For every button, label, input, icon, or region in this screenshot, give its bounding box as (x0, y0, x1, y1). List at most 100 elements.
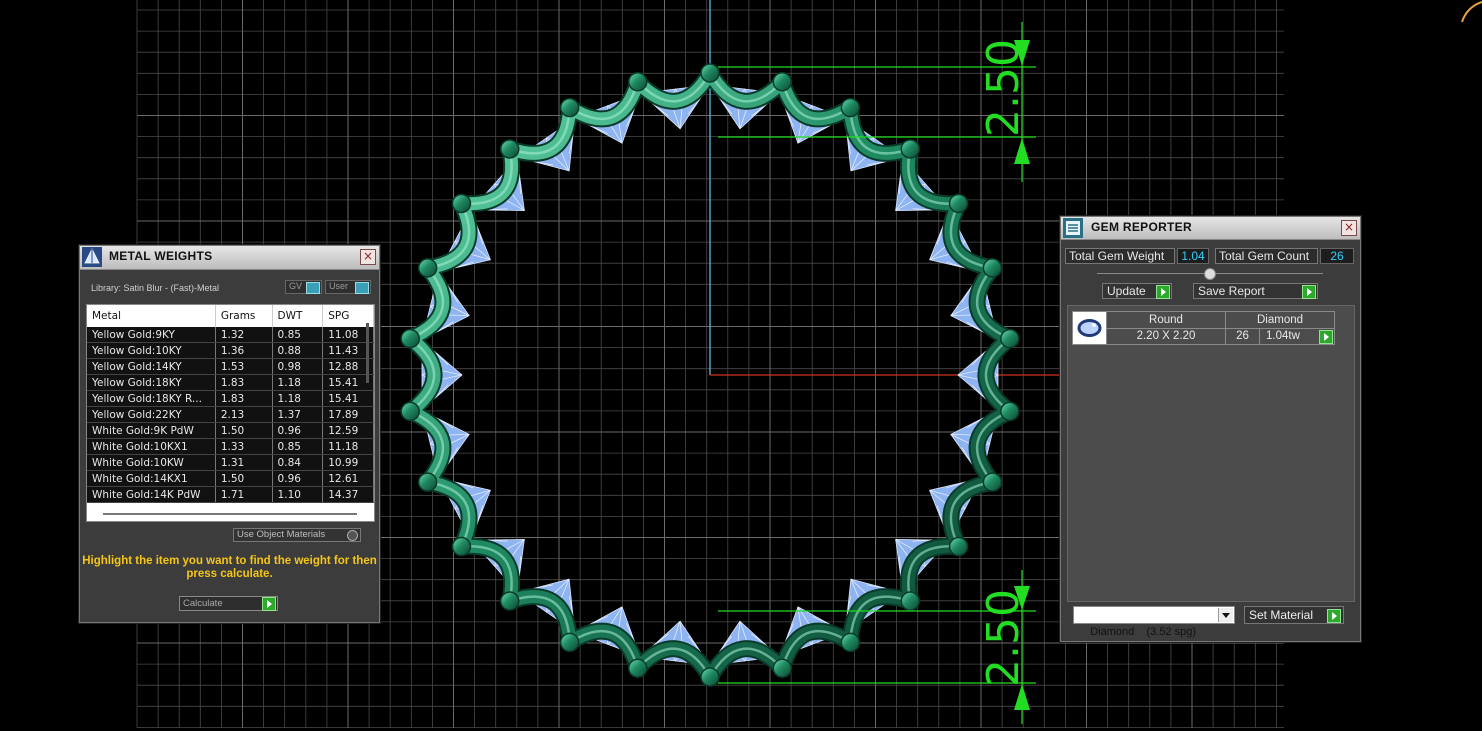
metal-weights-titlebar[interactable]: METAL WEIGHTS × (80, 246, 379, 270)
prong-tip (417, 258, 438, 278)
prong-tip (400, 328, 420, 349)
dwt-cell: 0.98 (272, 358, 324, 375)
dwt-cell: 1.18 (272, 390, 324, 407)
grams-cell: 1.33 (215, 438, 273, 455)
user-label: User (329, 281, 349, 291)
grams-cell: 1.31 (215, 454, 273, 471)
spg-cell: 12.61 (322, 470, 374, 487)
table-row[interactable]: White Gold:10KW 1.31 0.84 10.99 (87, 454, 374, 471)
dwt-cell: 0.85 (272, 327, 324, 343)
total-gem-count-value: 26 (1320, 248, 1354, 264)
prong-tip (840, 632, 861, 653)
use-object-materials-toggle[interactable]: Use Object Materials (233, 528, 361, 542)
gv-toggle[interactable]: GV (285, 280, 322, 294)
user-toggle-knob (355, 282, 369, 294)
prong-tip (900, 591, 921, 611)
table-vertical-scrollbar[interactable] (366, 323, 369, 383)
prong-tip (900, 139, 921, 159)
save-report-button[interactable]: Save Report (1193, 283, 1318, 299)
spg-cell: 15.41 (322, 390, 374, 407)
grams-cell: 1.83 (215, 374, 273, 391)
gv-label: GV (289, 281, 303, 291)
calculate-button[interactable]: Calculate (179, 596, 278, 611)
gem-count-cell: 26 (1225, 327, 1260, 345)
metal-cell: White Gold:14K PdW (87, 486, 216, 503)
user-toggle[interactable]: User (325, 280, 371, 294)
table-row[interactable]: White Gold:14KX1 1.50 0.96 12.61 (87, 470, 374, 487)
table-row[interactable]: Yellow Gold:18KY 1.83 1.18 15.41 (87, 374, 374, 391)
grams-cell: 1.50 (215, 470, 273, 487)
material-select[interactable]: Diamond (3.52 spg) (1073, 606, 1235, 638)
gem-reporter-titlebar[interactable]: GEM REPORTER × (1061, 217, 1360, 240)
table-row[interactable]: Yellow Gold:9KY 1.32 0.85 11.08 (87, 327, 374, 343)
metal-weights-close-button[interactable]: × (360, 249, 376, 265)
table-row[interactable]: Yellow Gold:18KY R... 1.83 1.18 15.41 (87, 390, 374, 407)
grams-cell: 1.50 (215, 422, 273, 439)
prong-tip (627, 658, 648, 678)
prong-tip (417, 472, 438, 492)
dwt-cell: 0.85 (272, 438, 324, 455)
prong-tip (982, 258, 1003, 278)
dwt-cell: 1.37 (272, 406, 324, 423)
column-header-dwt[interactable]: DWT (272, 305, 324, 327)
instruction-text: Highlight the item you want to find the … (82, 555, 377, 580)
gem-reporter-close-button[interactable]: × (1341, 220, 1357, 236)
table-row[interactable]: Yellow Gold:10KY 1.36 0.88 11.43 (87, 342, 374, 359)
update-label: Update (1107, 284, 1146, 298)
gem-reporter-panel: GEM REPORTER × Total Gem Weight 1.04 Tot… (1060, 216, 1361, 642)
prong-tip (499, 139, 520, 159)
set-material-label: Set Material (1249, 608, 1314, 622)
grams-cell: 2.13 (215, 406, 273, 423)
use-object-materials-label: Use Object Materials (237, 529, 326, 540)
table-horizontal-scrollbar[interactable] (103, 513, 357, 515)
metal-table[interactable]: Metal Grams DWT SPG Yellow Gold:9KY 1.32 0… (86, 304, 375, 522)
table-row[interactable]: Yellow Gold:22KY 2.13 1.37 17.89 (87, 406, 374, 423)
prong-tip (400, 401, 420, 422)
save-report-label: Save Report (1198, 284, 1265, 298)
column-header-metal[interactable]: Metal (87, 305, 216, 327)
table-row[interactable]: Yellow Gold:14KY 1.53 0.98 12.88 (87, 358, 374, 375)
metal-cell: Yellow Gold:22KY (87, 406, 216, 423)
update-button[interactable]: Update (1102, 283, 1172, 299)
splitter-handle[interactable] (1204, 268, 1216, 280)
gem-thumbnail[interactable] (1072, 311, 1107, 345)
spg-cell: 17.89 (322, 406, 374, 423)
gem-data-row[interactable]: 2.20 X 2.20 26 1.04tw (1073, 327, 1335, 345)
grams-cell: 1.71 (215, 486, 273, 503)
dwt-cell: 1.10 (272, 486, 324, 503)
column-header-grams[interactable]: Grams (215, 305, 273, 327)
table-row[interactable]: White Gold:9K PdW 1.50 0.96 12.59 (87, 422, 374, 439)
play-arrow-icon (1302, 285, 1316, 299)
spg-cell: 14.37 (322, 486, 374, 503)
spg-cell: 11.18 (322, 438, 374, 455)
metal-weights-icon (82, 247, 102, 267)
metal-cell: White Gold:10KW (87, 454, 216, 471)
material-select-value: Diamond (3.52 spg) (1090, 626, 1197, 638)
prong-tip (948, 193, 969, 214)
gem-header-row[interactable]: Round Diamond (1072, 311, 1335, 345)
metal-cell: Yellow Gold:14KY (87, 358, 216, 375)
metal-cell: Yellow Gold:18KY R... (87, 390, 216, 407)
prong-tip (559, 97, 580, 118)
gv-toggle-knob (306, 282, 320, 294)
table-row[interactable]: White Gold:10KX1 1.33 0.85 11.18 (87, 438, 374, 455)
dwt-cell: 0.96 (272, 470, 324, 487)
prong-tip (451, 536, 472, 557)
total-gem-count-label: Total Gem Count (1215, 248, 1318, 264)
chevron-down-icon[interactable] (1218, 608, 1233, 622)
play-arrow-icon (262, 597, 276, 611)
set-material-button[interactable]: Set Material (1244, 606, 1344, 624)
play-arrow-icon (1319, 329, 1333, 344)
dwt-cell: 0.96 (272, 422, 324, 439)
gem-weight-cell[interactable]: 1.04tw (1259, 327, 1335, 345)
total-gem-weight-label: Total Gem Weight (1065, 248, 1175, 264)
metal-cell: White Gold:9K PdW (87, 422, 216, 439)
dimension-arrow (1014, 138, 1030, 164)
table-row[interactable]: White Gold:14K PdW 1.71 1.10 14.37 (87, 486, 374, 503)
metal-cell: White Gold:10KX1 (87, 438, 216, 455)
prong-tip (1000, 328, 1020, 349)
metal-cell: Yellow Gold:10KY (87, 342, 216, 359)
play-arrow-icon (1156, 285, 1170, 299)
grams-cell: 1.83 (215, 390, 273, 407)
prong-tip (772, 658, 793, 678)
